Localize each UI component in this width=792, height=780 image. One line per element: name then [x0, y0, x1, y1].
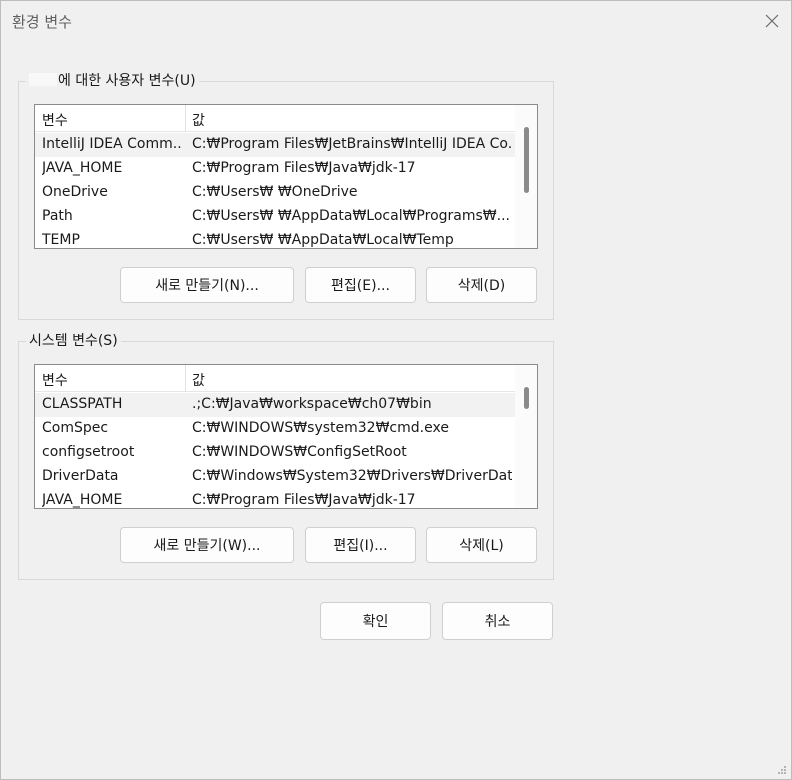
- variable-name: ComSpec: [42, 420, 109, 436]
- window-title: 환경 변수: [12, 13, 72, 31]
- system-variables-label: 시스템 변수(S): [26, 332, 121, 350]
- variable-value: C:₩Program Files₩Java₩jdk-17: [192, 160, 416, 176]
- variable-value: C:₩Program Files₩JetBrains₩IntelliJ IDEA…: [192, 136, 512, 152]
- list-header: 변수 값: [35, 365, 515, 392]
- system-variables-group: 시스템 변수(S) 변수 값 CLASSPATH .;C:₩Java₩works…: [18, 332, 554, 580]
- variable-name: JAVA_HOME: [42, 160, 123, 176]
- resize-grip-icon[interactable]: [777, 765, 787, 775]
- table-row[interactable]: ComSpec C:₩WINDOWS₩system32₩cmd.exe: [35, 417, 515, 441]
- variable-name: DriverData: [42, 468, 119, 484]
- column-header-value[interactable]: 값: [192, 110, 205, 130]
- variable-name: IntelliJ IDEA Comm...: [42, 136, 182, 152]
- cancel-button[interactable]: 취소: [442, 602, 553, 640]
- column-divider[interactable]: [185, 365, 186, 391]
- table-row[interactable]: JAVA_HOME C:₩Program Files₩Java₩jdk-17: [35, 157, 515, 181]
- system-edit-button[interactable]: 편집(I)...: [305, 527, 416, 563]
- variable-name: JAVA_HOME: [42, 492, 123, 508]
- table-row[interactable]: OneDrive C:₩Users₩ ₩OneDrive: [35, 181, 515, 205]
- variable-value: C:₩Program Files₩Java₩jdk-17: [192, 492, 416, 508]
- environment-variables-dialog: 환경 변수 에 대한 사용자 변수(U) 변수 값 IntelliJ IDEA …: [0, 0, 792, 780]
- variable-name: configsetroot: [42, 444, 135, 460]
- system-list-scrollbar[interactable]: [515, 365, 537, 508]
- user-delete-button[interactable]: 삭제(D): [426, 267, 537, 303]
- table-row[interactable]: CLASSPATH .;C:₩Java₩workspace₩ch07₩bin: [35, 393, 515, 417]
- table-row[interactable]: IntelliJ IDEA Comm... C:₩Program Files₩J…: [35, 133, 515, 157]
- variable-value: C:₩Windows₩System32₩Drivers₩DriverData: [192, 468, 512, 484]
- column-divider[interactable]: [185, 105, 186, 131]
- variable-value: C:₩Users₩ ₩AppData₩Local₩Programs₩...: [192, 208, 510, 224]
- system-new-button[interactable]: 새로 만들기(W)...: [120, 527, 294, 563]
- variable-value: .;C:₩Java₩workspace₩ch07₩bin: [192, 396, 432, 412]
- table-row[interactable]: TEMP C:₩Users₩ ₩AppData₩Local₩Temp: [35, 229, 515, 248]
- system-delete-button[interactable]: 삭제(L): [426, 527, 537, 563]
- redacted-username: [29, 73, 57, 86]
- variable-name: OneDrive: [42, 184, 108, 200]
- column-header-value[interactable]: 값: [192, 370, 205, 390]
- list-header: 변수 값: [35, 105, 515, 132]
- variable-name: CLASSPATH: [42, 396, 123, 412]
- user-variables-group: 에 대한 사용자 변수(U) 변수 값 IntelliJ IDEA Comm..…: [18, 72, 554, 320]
- variable-value: C:₩WINDOWS₩ConfigSetRoot: [192, 444, 407, 460]
- scrollbar-thumb[interactable]: [524, 387, 529, 409]
- variable-value: C:₩Users₩ ₩AppData₩Local₩Temp: [192, 232, 454, 248]
- table-row[interactable]: JAVA_HOME C:₩Program Files₩Java₩jdk-17: [35, 489, 515, 508]
- table-row[interactable]: DriverData C:₩Windows₩System32₩Drivers₩D…: [35, 465, 515, 489]
- variable-value: C:₩Users₩ ₩OneDrive: [192, 184, 358, 200]
- title-bar: 환경 변수: [1, 1, 791, 41]
- variable-value: C:₩WINDOWS₩system32₩cmd.exe: [192, 420, 449, 436]
- system-variables-list[interactable]: 변수 값 CLASSPATH .;C:₩Java₩workspace₩ch07₩…: [34, 364, 538, 509]
- user-variables-label: 에 대한 사용자 변수(U): [26, 72, 199, 90]
- column-header-variable[interactable]: 변수: [42, 370, 68, 390]
- ok-button[interactable]: 확인: [320, 602, 431, 640]
- user-edit-button[interactable]: 편집(E)...: [305, 267, 416, 303]
- column-header-variable[interactable]: 변수: [42, 110, 68, 130]
- close-icon: [765, 14, 779, 28]
- close-button[interactable]: [757, 7, 787, 35]
- scrollbar-thumb[interactable]: [524, 127, 529, 193]
- user-list-scrollbar[interactable]: [515, 105, 537, 248]
- table-row[interactable]: Path C:₩Users₩ ₩AppData₩Local₩Programs₩.…: [35, 205, 515, 229]
- table-row[interactable]: configsetroot C:₩WINDOWS₩ConfigSetRoot: [35, 441, 515, 465]
- variable-name: Path: [42, 208, 73, 224]
- variable-name: TEMP: [42, 232, 80, 248]
- user-variables-list[interactable]: 변수 값 IntelliJ IDEA Comm... C:₩Program Fi…: [34, 104, 538, 249]
- user-new-button[interactable]: 새로 만들기(N)...: [120, 267, 294, 303]
